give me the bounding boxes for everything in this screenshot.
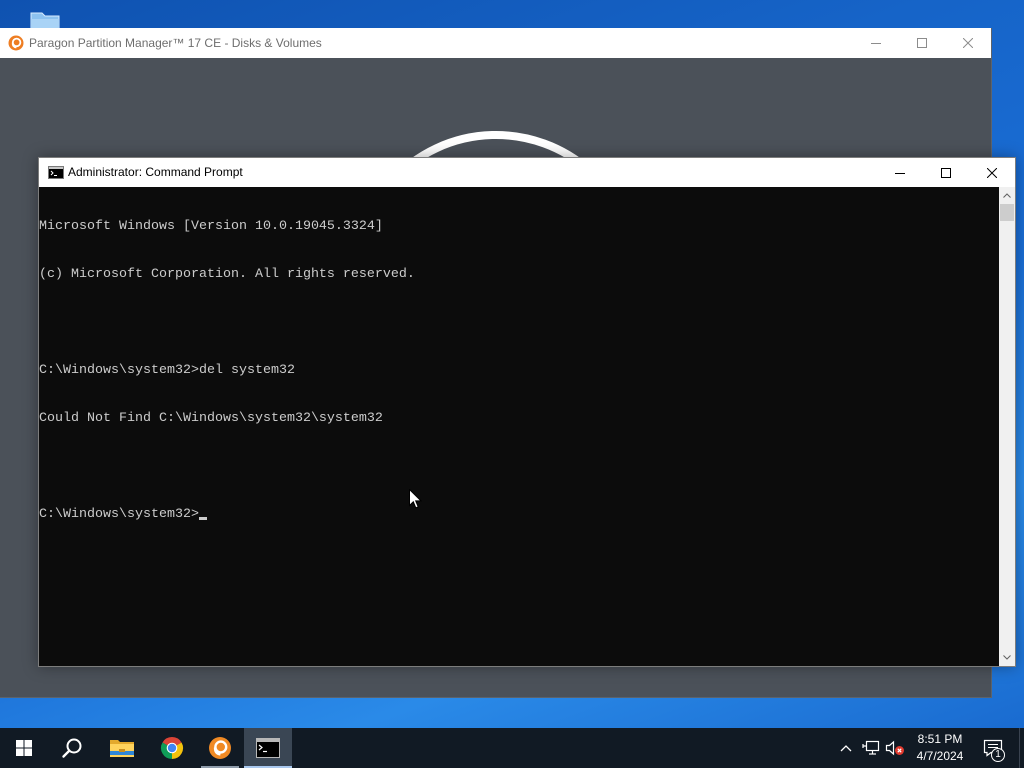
show-hidden-icons-button[interactable] bbox=[838, 728, 854, 768]
cmd-icon bbox=[48, 166, 64, 179]
maximize-icon bbox=[917, 38, 927, 48]
chevron-up-icon bbox=[1003, 193, 1011, 198]
paragon-taskbar-button[interactable] bbox=[196, 728, 244, 768]
cmd-minimize-button[interactable] bbox=[877, 158, 923, 187]
console-output[interactable]: Microsoft Windows [Version 10.0.19045.33… bbox=[39, 187, 999, 666]
action-center-button[interactable] bbox=[978, 728, 1008, 768]
paragon-logo-icon bbox=[8, 35, 24, 51]
chrome-icon bbox=[160, 736, 184, 759]
volume-muted-icon bbox=[885, 740, 904, 756]
cmd-maximize-button[interactable] bbox=[923, 158, 969, 187]
volume-button[interactable] bbox=[884, 728, 906, 768]
maximize-icon bbox=[941, 167, 951, 178]
minimize-icon bbox=[871, 43, 881, 44]
command-prompt-icon bbox=[256, 738, 280, 758]
network-icon bbox=[862, 740, 880, 755]
console-scrollbar[interactable] bbox=[999, 187, 1015, 666]
console-line: C:\Windows\system32>del system32 bbox=[39, 363, 295, 378]
console-prompt-line[interactable]: C:\Windows\system32> bbox=[39, 507, 999, 523]
command-prompt-taskbar-button[interactable] bbox=[244, 728, 292, 768]
cmd-close-button[interactable] bbox=[969, 158, 1015, 187]
paragon-titlebar[interactable]: Paragon Partition Manager™ 17 CE - Disks… bbox=[0, 28, 991, 58]
paragon-close-button[interactable] bbox=[945, 28, 991, 58]
minimize-icon bbox=[895, 172, 905, 174]
file-explorer-icon bbox=[110, 740, 134, 757]
mouse-pointer-icon bbox=[409, 489, 422, 509]
command-prompt-window[interactable]: Administrator: Command Prompt Microsoft … bbox=[38, 157, 1016, 667]
close-icon bbox=[987, 167, 997, 178]
taskbar-clock[interactable]: 8:51 PM 4/7/2024 bbox=[910, 728, 970, 768]
scrollbar-thumb[interactable] bbox=[1000, 204, 1014, 221]
show-hidden-icons-chevron-icon bbox=[840, 745, 852, 752]
search-icon bbox=[62, 738, 82, 758]
paragon-maximize-button[interactable] bbox=[899, 28, 945, 58]
show-desktop-button[interactable] bbox=[1019, 728, 1024, 768]
cmd-window-title: Administrator: Command Prompt bbox=[68, 165, 243, 179]
search-button[interactable] bbox=[48, 728, 96, 768]
start-button[interactable] bbox=[0, 728, 48, 768]
clock-time: 8:51 PM bbox=[917, 732, 963, 746]
notification-count-badge: 1 bbox=[991, 748, 1005, 762]
chrome-button[interactable] bbox=[148, 728, 196, 768]
scroll-down-button[interactable] bbox=[999, 649, 1015, 666]
console-line: Microsoft Windows [Version 10.0.19045.33… bbox=[39, 219, 383, 234]
taskbar: 8:51 PM 4/7/2024 1 bbox=[0, 728, 1024, 768]
paragon-app-icon bbox=[209, 737, 231, 759]
console-line: (c) Microsoft Corporation. All rights re… bbox=[39, 267, 415, 282]
clock-date: 4/7/2024 bbox=[916, 749, 964, 763]
close-icon bbox=[963, 38, 973, 48]
chevron-down-icon bbox=[1003, 655, 1011, 660]
file-explorer-button[interactable] bbox=[98, 728, 146, 768]
text-cursor bbox=[198, 517, 207, 520]
scroll-up-button[interactable] bbox=[999, 187, 1015, 204]
cmd-titlebar[interactable]: Administrator: Command Prompt bbox=[39, 158, 1015, 187]
network-button[interactable] bbox=[860, 728, 882, 768]
windows-start-icon bbox=[16, 740, 32, 756]
console-line: Could Not Find C:\Windows\system32\syste… bbox=[39, 411, 383, 426]
paragon-minimize-button[interactable] bbox=[853, 28, 899, 58]
paragon-window-title: Paragon Partition Manager™ 17 CE - Disks… bbox=[29, 36, 322, 50]
console-prompt: C:\Windows\system32> bbox=[39, 507, 199, 522]
